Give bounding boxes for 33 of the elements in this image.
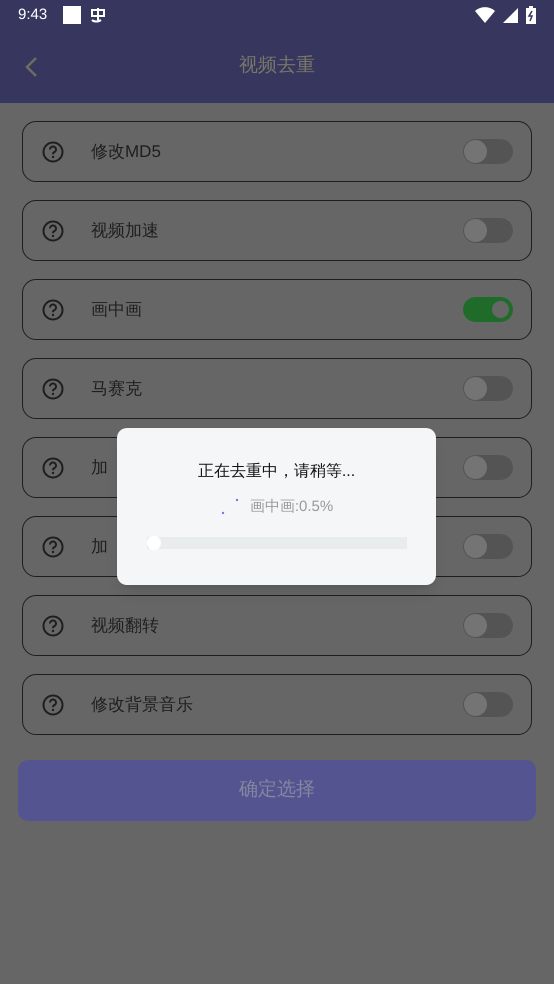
help-icon[interactable] bbox=[42, 378, 64, 400]
back-icon[interactable] bbox=[24, 56, 38, 78]
signal-icon bbox=[503, 8, 518, 22]
toggle-switch[interactable] bbox=[463, 534, 513, 559]
wifi-icon bbox=[475, 7, 495, 23]
toggle-switch[interactable] bbox=[463, 376, 513, 401]
help-icon[interactable] bbox=[42, 536, 64, 558]
option-label: 加 bbox=[91, 536, 108, 558]
toggle-switch[interactable] bbox=[463, 218, 513, 243]
help-icon[interactable] bbox=[42, 220, 64, 242]
option-label: 视频加速 bbox=[91, 220, 159, 242]
option-label: 加 bbox=[91, 456, 108, 479]
toggle-switch[interactable] bbox=[463, 692, 513, 717]
help-icon[interactable] bbox=[42, 694, 64, 716]
toggle-switch[interactable] bbox=[463, 455, 513, 480]
notification-square-icon bbox=[63, 6, 82, 24]
option-label: 画中画 bbox=[91, 298, 142, 321]
option-label: 视频翻转 bbox=[91, 614, 159, 637]
battery-icon bbox=[526, 6, 536, 24]
status-time: 9:43 bbox=[18, 4, 48, 25]
option-label: 马赛克 bbox=[91, 378, 142, 400]
dialog-message: 正在去重中，请稍等... bbox=[198, 462, 356, 482]
help-icon[interactable] bbox=[42, 456, 64, 478]
help-icon[interactable] bbox=[42, 614, 64, 636]
option-label: 修改背景音乐 bbox=[91, 694, 193, 716]
help-icon[interactable] bbox=[42, 140, 64, 162]
toggle-switch[interactable] bbox=[463, 297, 513, 322]
dialog-status: 画中画:0.5% bbox=[250, 497, 334, 517]
option-label: 修改MD5 bbox=[91, 140, 161, 163]
toggle-switch[interactable] bbox=[463, 139, 513, 164]
page-title: 视频去重 bbox=[239, 54, 315, 78]
help-icon[interactable] bbox=[42, 298, 64, 320]
toggle-switch[interactable] bbox=[463, 613, 513, 638]
